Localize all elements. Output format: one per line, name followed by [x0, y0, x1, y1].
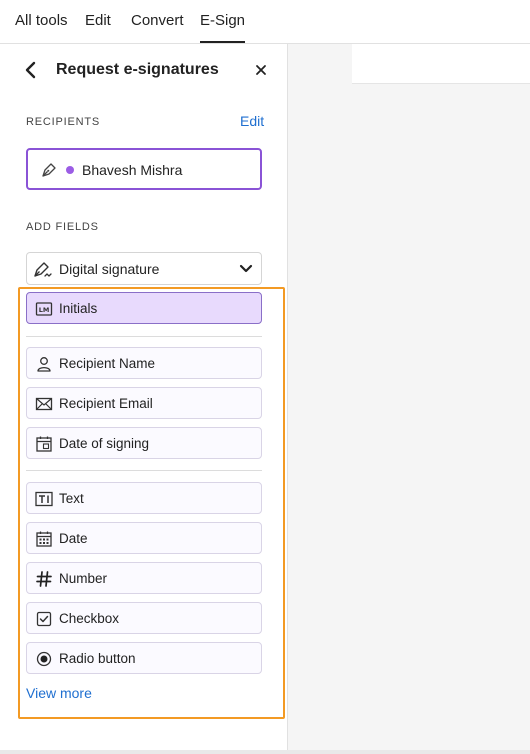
field-label: Text	[59, 491, 84, 506]
field-date[interactable]: Date	[26, 522, 262, 554]
close-icon[interactable]	[253, 62, 269, 78]
edit-recipients-link[interactable]: Edit	[240, 113, 264, 129]
text-field-icon	[35, 490, 53, 508]
field-date-of-signing[interactable]: Date of signing	[26, 427, 262, 459]
tab-convert[interactable]: Convert	[131, 12, 184, 29]
field-label: Radio button	[59, 651, 136, 666]
field-label: Checkbox	[59, 611, 120, 626]
field-text[interactable]: Text	[26, 482, 262, 514]
signature-type-dropdown[interactable]: Digital signature	[26, 252, 262, 285]
field-label: Number	[59, 571, 108, 586]
envelope-icon	[35, 395, 53, 413]
radio-icon	[35, 650, 53, 668]
tab-all-tools[interactable]: All tools	[15, 12, 68, 29]
field-label: Recipient Email	[59, 396, 153, 411]
divider	[26, 336, 262, 337]
initials-icon: LM	[35, 300, 53, 318]
field-recipient-name[interactable]: Recipient Name	[26, 347, 262, 379]
svg-text:LM: LM	[39, 306, 50, 314]
field-checkbox[interactable]: Checkbox	[26, 602, 262, 634]
recipient-item[interactable]: Bhavesh Mishra	[26, 148, 262, 190]
checkbox-icon	[35, 610, 53, 628]
field-label: Initials	[59, 301, 98, 316]
pen-icon	[40, 161, 58, 179]
tab-e-sign[interactable]: E-Sign	[200, 12, 246, 43]
document-page	[352, 44, 530, 84]
tab-edit[interactable]: Edit	[85, 12, 111, 29]
field-label: Date	[59, 531, 88, 546]
field-initials[interactable]: LM Initials	[26, 292, 262, 324]
recipients-label: RECIPIENTS	[26, 116, 101, 128]
panel-title: Request e-signatures	[56, 61, 219, 78]
bottom-edge	[0, 750, 530, 754]
hash-icon	[35, 570, 53, 588]
recipient-color-dot	[66, 166, 74, 174]
field-number[interactable]: Number	[26, 562, 262, 594]
calendar-signing-icon	[35, 435, 53, 453]
field-label: Date of signing	[59, 436, 150, 451]
recipient-name: Bhavesh Mishra	[82, 162, 183, 178]
add-fields-label: ADD FIELDS	[26, 221, 99, 233]
document-canvas	[288, 44, 530, 750]
top-nav: All tools Edit Convert E-Sign	[0, 0, 530, 44]
field-label: Recipient Name	[59, 356, 156, 371]
view-more-link[interactable]: View more	[26, 685, 92, 701]
field-radio-button[interactable]: Radio button	[26, 642, 262, 674]
signature-type-label: Digital signature	[59, 261, 160, 277]
person-icon	[35, 355, 53, 373]
field-recipient-email[interactable]: Recipient Email	[26, 387, 262, 419]
digital-signature-icon	[33, 259, 53, 279]
calendar-icon	[35, 530, 53, 548]
chevron-down-icon	[239, 263, 253, 275]
back-chevron-icon[interactable]	[22, 61, 40, 79]
divider	[26, 470, 262, 471]
